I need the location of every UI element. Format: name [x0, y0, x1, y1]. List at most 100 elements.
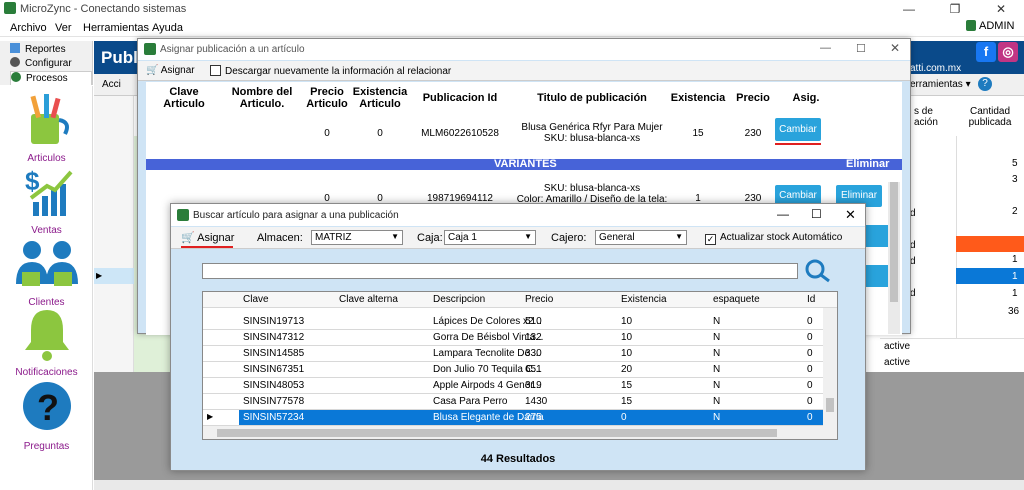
- search-input[interactable]: [202, 263, 798, 279]
- qty-cell: 5: [1012, 158, 1018, 169]
- sidebar-item-preguntas[interactable]: ? Preguntas: [0, 380, 93, 452]
- sidebar-label-preguntas: Preguntas: [23, 441, 70, 452]
- menu-bar: Archivo Ver Herramientas Ayuda ADMIN: [0, 19, 1024, 37]
- close-button[interactable]: ✕: [978, 0, 1024, 18]
- sidebar-item-articulos[interactable]: Articulos: [0, 92, 93, 164]
- header-existencia: Existencia Articulo: [352, 86, 408, 110]
- cajero-select[interactable]: General ▼: [595, 230, 687, 245]
- assign-button[interactable]: 🛒 Asignar: [146, 65, 195, 76]
- checkbox-label: Descargar nuevamente la información al r…: [225, 66, 452, 77]
- close-button[interactable]: ✕: [845, 207, 856, 223]
- column-header[interactable]: Clave: [243, 294, 269, 305]
- herramientas-menu[interactable]: erramientas ▾: [910, 79, 971, 90]
- horizontal-scrollbar[interactable]: [94, 480, 1024, 490]
- checkbox-checked: ✓: [705, 234, 716, 245]
- column-header[interactable]: Clave alterna: [339, 294, 398, 305]
- facebook-icon[interactable]: f: [976, 42, 996, 62]
- scrollbar-thumb[interactable]: [217, 429, 777, 437]
- scrollbar-thumb[interactable]: [826, 398, 834, 412]
- grid-hscrollbar[interactable]: [203, 426, 837, 439]
- table-cell: 330: [525, 348, 542, 360]
- header-clave: Clave Articulo: [163, 86, 205, 110]
- column-header[interactable]: Descripcion: [433, 294, 485, 305]
- help-icon[interactable]: ?: [978, 77, 992, 91]
- header-titulo: Titulo de publicación: [537, 92, 647, 104]
- sidebar-item-clientes[interactable]: Clientes: [0, 236, 93, 308]
- table-row[interactable]: SINSIN67351 Don Julio 70 Tequila C... 651 2…: [203, 362, 837, 379]
- stock-checkbox[interactable]: ✓ Actualizar stock Automático: [705, 232, 842, 245]
- cell-precio-pub: 230: [744, 128, 762, 139]
- table-row[interactable]: SINSIN14585 Lampara Tecnolite De ... 330 10…: [203, 346, 837, 363]
- table-cell: SINSIN19713: [243, 316, 305, 328]
- vertical-scrollbar[interactable]: [888, 182, 900, 334]
- eliminar-all-label[interactable]: Eliminar: [846, 159, 889, 170]
- table-cell: SINSIN14585: [243, 348, 305, 360]
- table-cell: 132: [525, 332, 542, 344]
- table-row[interactable]: ▶ SINSIN57234 Blusa Elegante de Dama 275 0 N 0: [203, 410, 837, 427]
- cart-icon: 🛒: [146, 65, 159, 76]
- column-header[interactable]: Precio: [525, 294, 553, 305]
- tab-label: Configurar: [25, 58, 72, 69]
- maximize-button[interactable]: ☐: [856, 42, 866, 55]
- cambiar-button[interactable]: Cambiar: [775, 118, 821, 141]
- cell-precio: 0: [324, 128, 330, 139]
- table-cell: 15: [621, 396, 633, 408]
- search-assign-button[interactable]: 🛒 Asignar: [181, 231, 234, 244]
- tab-reportes[interactable]: Reportes: [10, 43, 92, 57]
- variant-action-button[interactable]: [864, 265, 890, 287]
- table-row[interactable]: SINSIN47312 Gorra De Béisbol Vinta... 132 1…: [203, 330, 837, 347]
- variant-action-button[interactable]: [864, 225, 890, 247]
- sidebar-label-notificaciones: Notificaciones: [15, 367, 78, 378]
- variantes-label: VARIANTES: [494, 158, 557, 170]
- results-count: 44 Resultados: [480, 453, 556, 465]
- column-header[interactable]: Id: [807, 294, 815, 305]
- acciones-menu[interactable]: Acci: [102, 79, 121, 90]
- table-row[interactable]: SINSIN48053 Apple Airpods 4 Gener... 319 15…: [203, 378, 837, 395]
- assign-dialog-titlebar: Asignar publicación a un artículo — ☐ ✕: [138, 39, 910, 60]
- minimize-button[interactable]: —: [777, 207, 789, 221]
- column-header[interactable]: Existencia: [621, 294, 667, 305]
- search-dialog-title: Buscar artículo para asignar a una publi…: [193, 210, 399, 221]
- table-row[interactable]: SINSIN77578 Casa Para Perro 1430 15 N 0: [203, 394, 837, 411]
- qty-cell: 3: [1012, 174, 1018, 185]
- menu-archivo[interactable]: Archivo: [10, 22, 47, 34]
- almacen-select[interactable]: MATRIZ ▼: [311, 230, 403, 245]
- menu-herramientas[interactable]: Herramientas: [83, 22, 149, 34]
- tab-configurar[interactable]: Configurar: [10, 57, 92, 71]
- tab-procesos[interactable]: Procesos: [10, 71, 92, 85]
- table-cell: 0: [807, 332, 813, 344]
- close-button[interactable]: ✕: [890, 41, 900, 55]
- maximize-button[interactable]: ❐: [932, 0, 978, 18]
- search-icon[interactable]: [803, 259, 833, 283]
- table-cell: 20: [621, 364, 633, 376]
- table-cell: SINSIN48053: [243, 380, 305, 392]
- col-header-cantidad: Cantidad publicada: [968, 106, 1012, 128]
- instagram-icon[interactable]: ◎: [998, 42, 1018, 62]
- menu-ver[interactable]: Ver: [55, 22, 72, 34]
- scrollbar-thumb[interactable]: [890, 182, 898, 302]
- chevron-down-icon: ▼: [391, 232, 399, 241]
- assign-button-label: Asignar: [160, 65, 195, 76]
- sidebar-label-articulos: Articulos: [27, 153, 66, 164]
- column-header[interactable]: espaquete: [713, 294, 760, 305]
- maximize-button[interactable]: ☐: [811, 207, 822, 221]
- sidebar-item-notificaciones[interactable]: Notificaciones: [0, 306, 93, 378]
- caja-select[interactable]: Caja 1 ▼: [444, 230, 536, 245]
- table-cell: 319: [525, 380, 542, 392]
- user-menu[interactable]: ADMIN: [966, 20, 1014, 32]
- menu-ayuda[interactable]: Ayuda: [152, 22, 183, 34]
- redownload-checkbox[interactable]: Descargar nuevamente la información al r…: [210, 65, 451, 77]
- header-precio: Precio Articulo: [306, 86, 348, 110]
- minimize-button[interactable]: —: [820, 42, 831, 54]
- table-cell: N: [713, 332, 721, 344]
- grid-vscrollbar[interactable]: [823, 308, 837, 426]
- table-row[interactable]: SINSIN19713 Lápices De Colores x2... 510 10…: [203, 314, 837, 331]
- sidebar-item-ventas[interactable]: $ Ventas: [0, 164, 93, 236]
- minimize-button[interactable]: —: [886, 0, 932, 18]
- table-cell: N: [713, 316, 721, 328]
- active-cells: active active: [880, 338, 1024, 372]
- table-cell: SINSIN47312: [243, 332, 305, 344]
- table-cell: 0: [807, 364, 813, 376]
- app-icon: [144, 43, 156, 55]
- red-underline: [181, 246, 233, 248]
